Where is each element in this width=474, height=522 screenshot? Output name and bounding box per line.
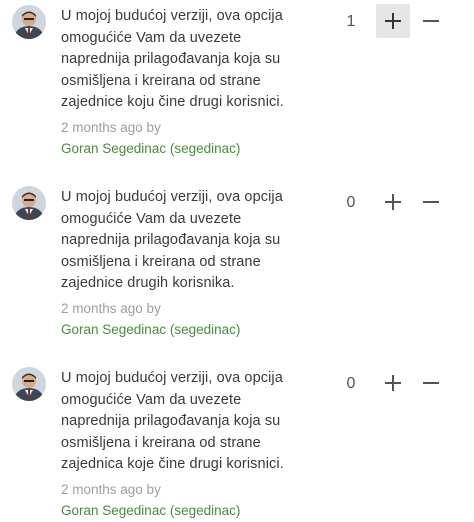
vote-count: 1 <box>346 13 356 30</box>
author-link[interactable]: Goran Segedinac (segedinac) <box>61 139 240 159</box>
plus-icon <box>385 13 401 29</box>
suggestion-item: U mojoj budućoj verziji, ova opcija omog… <box>0 0 474 170</box>
vote-count: 0 <box>346 375 356 392</box>
avatar[interactable] <box>12 5 46 39</box>
suggestion-meta: 2 months ago by Goran Segedinac (segedin… <box>61 480 240 521</box>
downvote-button[interactable] <box>414 366 448 400</box>
upvote-button[interactable] <box>376 4 410 38</box>
upvote-button[interactable] <box>376 185 410 219</box>
minus-icon <box>423 13 439 29</box>
plus-icon <box>385 375 401 391</box>
author-link[interactable]: Goran Segedinac (segedinac) <box>61 501 240 521</box>
plus-icon <box>385 194 401 210</box>
timestamp: 2 months ago by <box>61 482 161 497</box>
suggestion-text: U mojoj budućoj verziji, ova opcija omog… <box>61 189 283 291</box>
timestamp: 2 months ago by <box>61 301 161 316</box>
suggestion-meta: 2 months ago by Goran Segedinac (segedin… <box>61 299 240 340</box>
suggestion-item: U mojoj budućoj verziji, ova opcija omog… <box>0 181 474 351</box>
upvote-button[interactable] <box>376 366 410 400</box>
avatar[interactable] <box>12 186 46 220</box>
minus-icon <box>423 375 439 391</box>
suggestion-text: U mojoj budućoj verziji, ova opcija omog… <box>61 370 284 472</box>
timestamp: 2 months ago by <box>61 120 161 135</box>
minus-icon <box>423 194 439 210</box>
downvote-button[interactable] <box>414 185 448 219</box>
suggestion-text: U mojoj budućoj verziji, ova opcija omog… <box>61 8 284 110</box>
author-link[interactable]: Goran Segedinac (segedinac) <box>61 320 240 340</box>
vote-count: 0 <box>346 194 356 211</box>
avatar[interactable] <box>12 367 46 401</box>
downvote-button[interactable] <box>414 4 448 38</box>
suggestion-item: U mojoj budućoj verziji, ova opcija omog… <box>0 362 474 522</box>
suggestion-meta: 2 months ago by Goran Segedinac (segedin… <box>61 118 240 159</box>
